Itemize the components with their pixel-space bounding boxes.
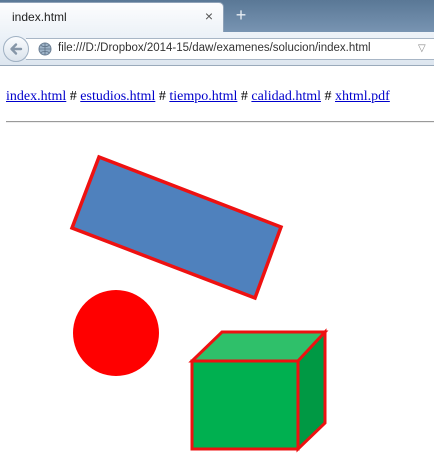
cube-front-face: [190, 359, 300, 451]
green-cube: [188, 328, 329, 453]
rotated-rectangle: [69, 154, 284, 301]
red-circle: [73, 290, 159, 376]
drawing-canvas: [69, 154, 329, 453]
